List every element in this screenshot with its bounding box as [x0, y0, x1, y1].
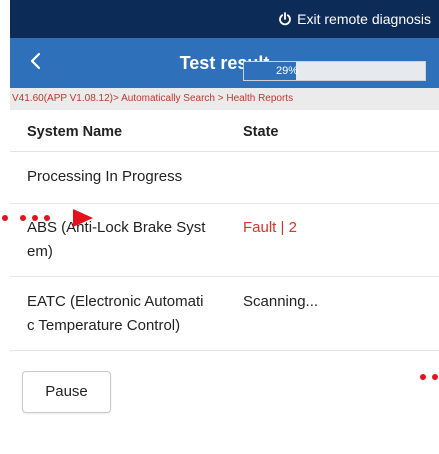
breadcrumb: V41.60(APP V1.08.12)> Automatically Sear…	[10, 88, 439, 110]
scanning-status: Scanning...	[243, 293, 319, 310]
table-row[interactable]: Processing In Progress	[10, 152, 439, 204]
exit-remote-diagnosis-label: Exit remote diagnosis	[297, 11, 431, 27]
header-system-name: System Name	[27, 124, 123, 140]
fault-status: Fault | 2	[243, 219, 297, 236]
annotation-dot	[44, 215, 50, 221]
exit-remote-diagnosis-button[interactable]: Exit remote diagnosis	[278, 0, 431, 38]
remote-status-bar: Exit remote diagnosis	[10, 0, 439, 38]
progress-bar: 29%	[243, 61, 426, 81]
header-state: State	[243, 124, 279, 140]
system-name: ABS (Anti-Lock Brake Syst em)	[27, 219, 206, 260]
power-icon	[278, 12, 292, 26]
progress-label: 29%	[275, 65, 299, 77]
system-name: EATC (Electronic Automati c Temperature …	[27, 293, 204, 334]
annotation-dot	[432, 374, 438, 380]
pause-button[interactable]: Pause	[22, 371, 111, 413]
system-table: System Name State Processing In Progress…	[10, 110, 439, 351]
annotation-arrow-icon	[73, 209, 93, 227]
annotation-dot	[32, 215, 38, 221]
table-row[interactable]: EATC (Electronic Automati c Temperature …	[10, 277, 439, 351]
annotation-dot	[20, 215, 26, 221]
annotation-dot	[420, 374, 426, 380]
table-header-row: System Name State	[10, 110, 439, 152]
annotation-dot	[2, 215, 8, 221]
app-screen: Exit remote diagnosis Test result V41.60…	[10, 0, 439, 454]
system-name: Processing In Progress	[27, 168, 183, 185]
